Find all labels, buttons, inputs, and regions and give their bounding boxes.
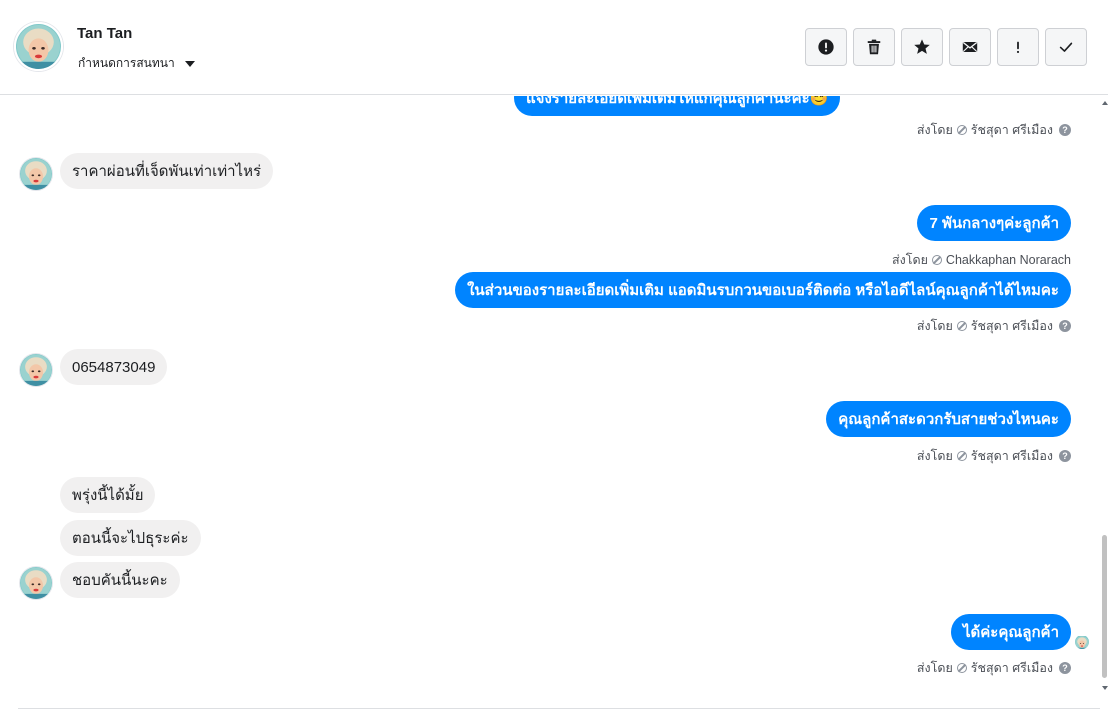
contact-name[interactable]: Tan Tan <box>77 25 132 42</box>
sent-by-label: ส่งโดย <box>916 319 953 333</box>
message-text: คุณลูกค้าสะดวกรับสายช่วงไหนคะ <box>838 411 1059 428</box>
message-thread[interactable]: แจ้งรายละเอียดเพิ่มเติมให้แก่คุณลูกค้านะ… <box>0 96 1100 708</box>
message-text: 7 พันกลางๆค่ะลูกค้า <box>929 215 1059 232</box>
incoming-message[interactable]: 0654873049 <box>60 349 168 385</box>
help-icon[interactable]: ? <box>1059 320 1071 332</box>
outgoing-message[interactable]: ได้ค่ะคุณลูกค้า <box>950 614 1071 650</box>
star-button[interactable] <box>901 28 943 66</box>
conversation-header: Tan Tan กำหนดการสนทนา <box>0 0 1108 95</box>
agent-icon <box>956 663 967 673</box>
sent-by-meta: ส่งโดย Chakkaphan Norarach <box>892 250 1071 270</box>
agent-icon <box>956 125 967 135</box>
help-icon[interactable]: ? <box>1059 450 1071 462</box>
conversation-toolbar <box>805 28 1087 66</box>
outgoing-message[interactable]: 7 พันกลางๆค่ะลูกค้า <box>917 205 1071 241</box>
trash-icon <box>867 39 881 55</box>
incoming-message[interactable]: ชอบคันนี้นะคะ <box>60 562 180 598</box>
scroll-down-arrow-icon[interactable] <box>1102 686 1108 690</box>
message-text: 0654873049 <box>72 359 156 376</box>
agent-icon <box>956 451 967 461</box>
delete-button[interactable] <box>853 28 895 66</box>
agent-icon <box>931 255 942 265</box>
sent-by-label: ส่งโดย <box>916 123 953 137</box>
alert-circle-icon <box>818 39 834 55</box>
mark-done-button[interactable] <box>1045 28 1087 66</box>
mark-spam-button[interactable] <box>805 28 847 66</box>
message-text: พรุ่งนี้ได้มั้ย <box>72 487 144 504</box>
sent-by-meta: ส่งโดย รัชสุดา ศรีเมือง ? <box>917 316 1071 336</box>
scroll-up-arrow-icon[interactable] <box>1102 101 1108 105</box>
help-icon[interactable]: ? <box>1059 124 1071 136</box>
help-icon[interactable]: ? <box>1059 662 1071 674</box>
sent-by-meta: ส่งโดย รัชสุดา ศรีเมือง ? <box>917 446 1071 466</box>
message-text: ราคาผ่อนที่เจ็ดพันเท่าเท่าไหร่ <box>72 163 262 180</box>
message-text: ชอบคันนี้นะคะ <box>72 572 168 589</box>
agent-name: Chakkaphan Norarach <box>945 253 1071 267</box>
conversation-settings-dropdown[interactable]: กำหนดการสนทนา <box>78 54 195 73</box>
incoming-message[interactable]: พรุ่งนี้ได้มั้ย <box>60 477 156 513</box>
agent-icon <box>956 321 967 331</box>
agent-name: รัชสุดา ศรีเมือง <box>970 661 1053 675</box>
message-text: แจ้งรายละเอียดเพิ่มเติมให้แก่คุณลูกค้านะ… <box>526 96 829 107</box>
checkmark-icon <box>1059 42 1073 52</box>
seen-indicator-avatar <box>1075 635 1089 649</box>
scrollbar-thumb[interactable] <box>1102 535 1107 678</box>
follow-up-button[interactable] <box>997 28 1039 66</box>
exclamation-icon <box>1016 41 1020 54</box>
mark-unread-button[interactable] <box>949 28 991 66</box>
message-text: ได้ค่ะคุณลูกค้า <box>962 624 1059 641</box>
outgoing-message[interactable]: ในส่วนของรายละเอียดเพิ่มเติม แอดมินรบกวน… <box>455 272 1071 308</box>
sent-by-meta: ส่งโดย รัชสุดา ศรีเมือง ? <box>917 120 1071 140</box>
sent-by-label: ส่งโดย <box>916 449 953 463</box>
conversation-settings-label: กำหนดการสนทนา <box>78 56 175 70</box>
contact-avatar-small <box>20 354 52 386</box>
envelope-icon <box>962 41 978 52</box>
agent-name: รัชสุดา ศรีเมือง <box>970 319 1053 333</box>
message-text: ตอนนี้จะไปธุระค่ะ <box>72 530 189 547</box>
caret-down-icon <box>184 60 195 67</box>
composer-divider <box>18 708 1100 709</box>
sent-by-label: ส่งโดย <box>892 253 928 267</box>
incoming-message[interactable]: ราคาผ่อนที่เจ็ดพันเท่าเท่าไหร่ <box>60 153 274 189</box>
contact-avatar[interactable] <box>14 22 63 71</box>
agent-name: รัชสุดา ศรีเมือง <box>970 123 1053 137</box>
sent-by-label: ส่งโดย <box>916 661 953 675</box>
message-text: ในส่วนของรายละเอียดเพิ่มเติม แอดมินรบกวน… <box>467 282 1059 299</box>
contact-avatar-small <box>20 158 52 190</box>
agent-name: รัชสุดา ศรีเมือง <box>970 449 1053 463</box>
incoming-message[interactable]: ตอนนี้จะไปธุระค่ะ <box>60 520 201 556</box>
outgoing-message[interactable]: แจ้งรายละเอียดเพิ่มเติมให้แก่คุณลูกค้านะ… <box>514 96 841 116</box>
contact-avatar-small <box>20 567 52 599</box>
sent-by-meta: ส่งโดย รัชสุดา ศรีเมือง ? <box>917 658 1071 678</box>
outgoing-message[interactable]: คุณลูกค้าสะดวกรับสายช่วงไหนคะ <box>826 401 1071 437</box>
star-icon <box>914 39 930 54</box>
